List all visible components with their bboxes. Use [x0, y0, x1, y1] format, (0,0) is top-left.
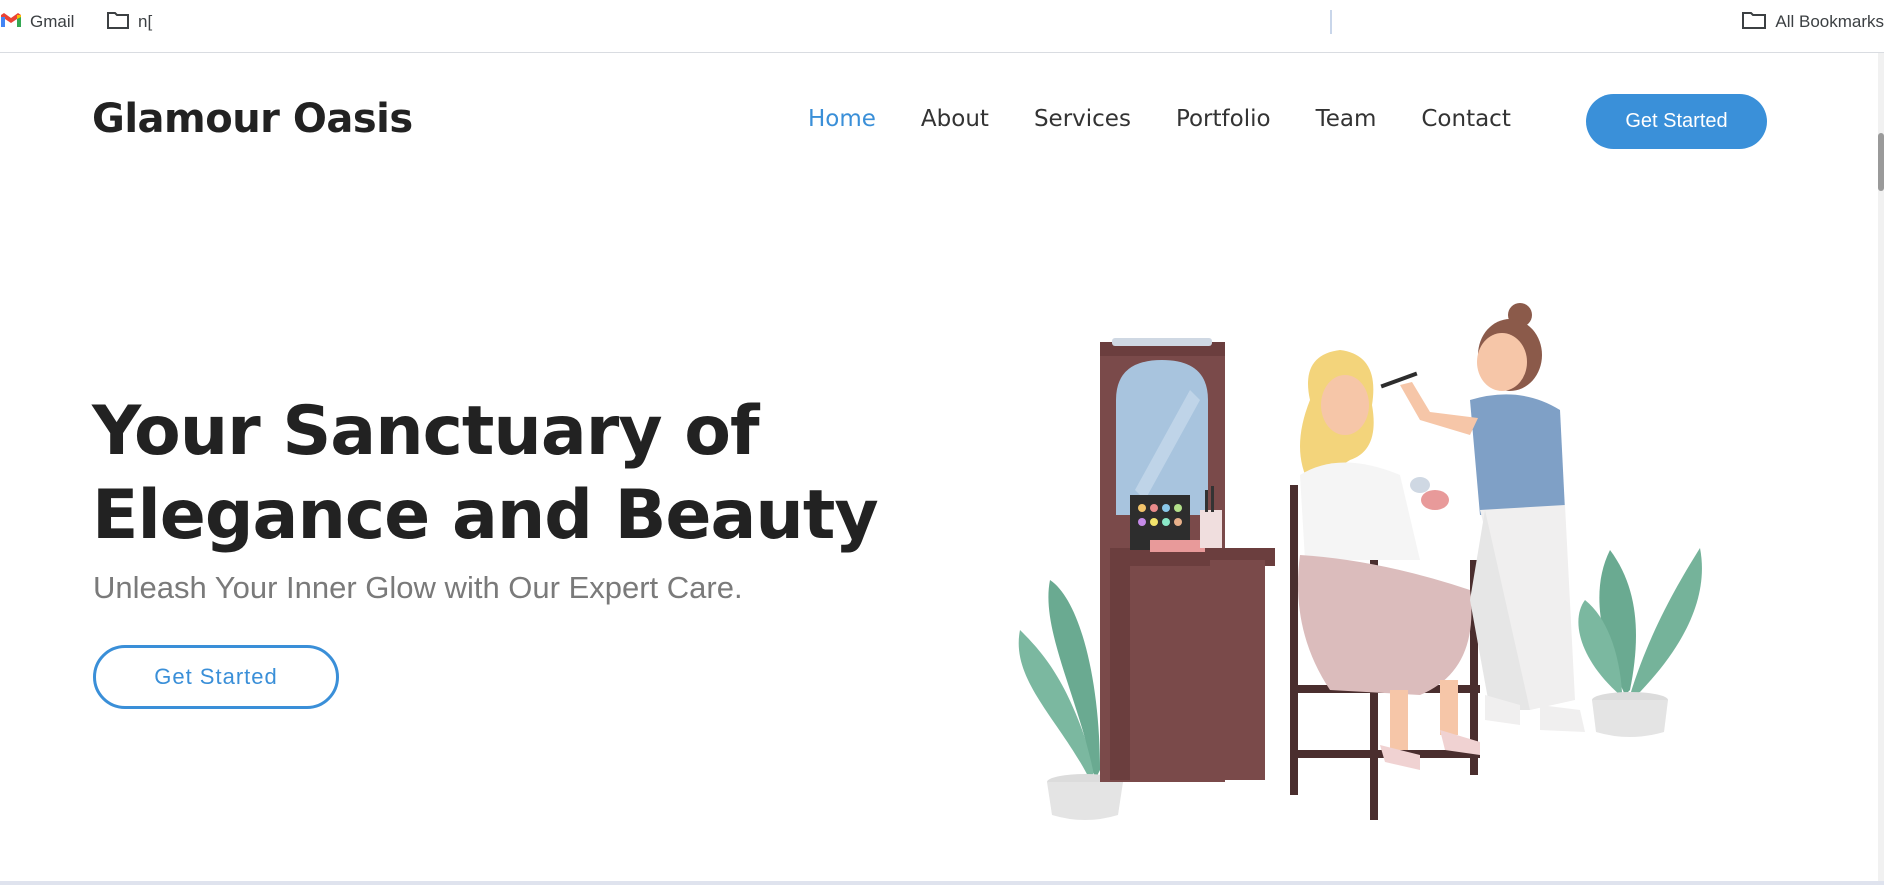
vanity-mirror-icon [1100, 338, 1275, 782]
bookmark-folder-label: n[ [138, 12, 153, 31]
scrollbar-thumb[interactable] [1878, 133, 1884, 191]
folder-icon [106, 10, 130, 35]
makeup-artist-illustration [1018, 303, 1702, 820]
hero-title-line-2: Elegance and Beauty [92, 476, 879, 555]
nav-home[interactable]: Home [808, 106, 876, 132]
plant-right-icon [1578, 548, 1702, 737]
hero-title-line-1: Your Sanctuary of [92, 392, 760, 471]
page-bottom-rule [0, 881, 1884, 885]
all-bookmarks-label: All Bookmarks [1775, 12, 1884, 31]
get-started-hero-button[interactable]: Get Started [93, 645, 339, 709]
nav-portfolio[interactable]: Portfolio [1176, 106, 1271, 132]
bookmark-gmail-label: Gmail [30, 12, 75, 31]
bookmarks-bar: Gmail n[ All Bookmarks [0, 0, 1884, 53]
site-logo[interactable]: Glamour Oasis [92, 96, 413, 142]
bookmark-folder[interactable]: n[ [106, 10, 152, 34]
nav-team[interactable]: Team [1316, 106, 1377, 132]
client-figure-icon [1298, 350, 1480, 770]
nav-contact[interactable]: Contact [1421, 106, 1510, 132]
folder-icon [1741, 10, 1767, 35]
gmail-icon [0, 12, 22, 33]
hero-title: Your Sanctuary of Elegance and Beauty [92, 390, 892, 558]
bookmarks-separator [1330, 10, 1332, 34]
bookmark-gmail[interactable]: Gmail [0, 10, 74, 34]
nav-about[interactable]: About [921, 106, 989, 132]
all-bookmarks[interactable]: All Bookmarks [1741, 10, 1884, 34]
hero-subtitle: Unleash Your Inner Glow with Our Expert … [93, 570, 743, 605]
nav-services[interactable]: Services [1034, 106, 1131, 132]
scrollbar[interactable] [1878, 53, 1884, 881]
main-nav: Home About Services Portfolio Team Conta… [808, 106, 1511, 132]
get-started-header-button[interactable]: Get Started [1586, 94, 1767, 149]
